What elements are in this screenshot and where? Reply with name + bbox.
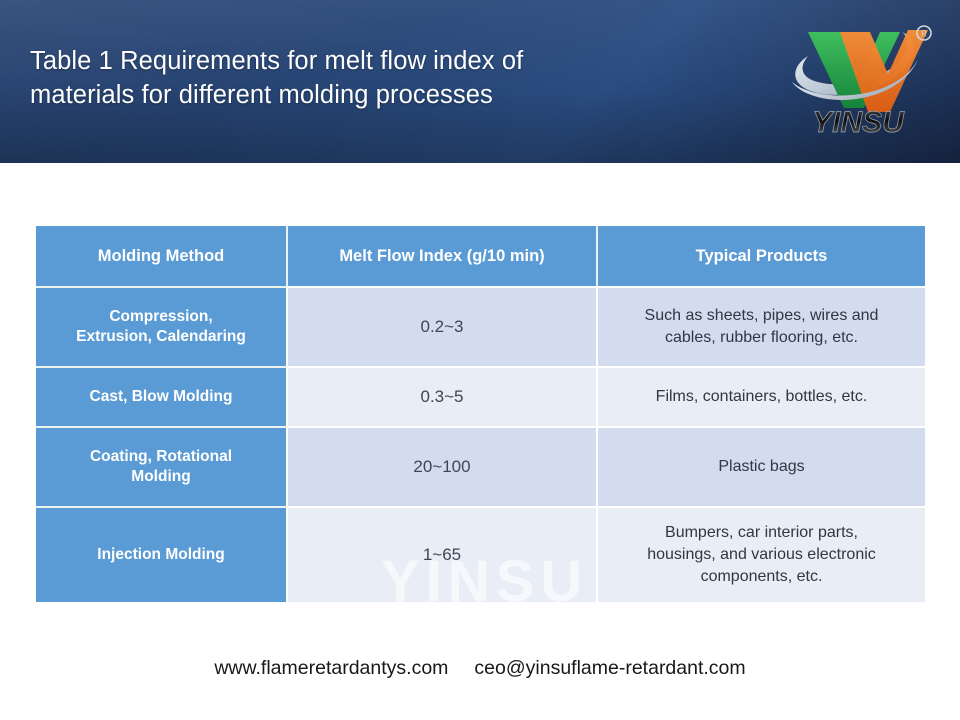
cell-method: Cast, Blow Molding xyxy=(36,366,288,426)
column-header-melt-flow-index: Melt Flow Index (g/10 min) xyxy=(288,226,598,286)
column-header-typical-products: Typical Products xyxy=(598,226,925,286)
melt-flow-index-table: Molding Method Melt Flow Index (g/10 min… xyxy=(36,226,925,602)
cell-products: Films, containers, bottles, etc. xyxy=(598,366,925,426)
cell-melt-flow-index: 0.3~5 xyxy=(288,366,598,426)
cell-products: Such as sheets, pipes, wires and cables,… xyxy=(598,286,925,366)
yinsu-logo: R YINSU xyxy=(778,16,938,140)
table-header-row: Molding Method Melt Flow Index (g/10 min… xyxy=(36,226,925,286)
cell-method: Coating, Rotational Molding xyxy=(36,426,288,506)
table-row: Coating, Rotational Molding 20~100 Plast… xyxy=(36,426,925,506)
cell-melt-flow-index: 1~65 xyxy=(288,506,598,602)
table-header: Molding Method Melt Flow Index (g/10 min… xyxy=(36,226,925,286)
cell-melt-flow-index: 0.2~3 xyxy=(288,286,598,366)
table-row: Cast, Blow Molding 0.3~5 Films, containe… xyxy=(36,366,925,426)
cell-method: Compression, Extrusion, Calendaring xyxy=(36,286,288,366)
footer-email[interactable]: ceo@yinsuflame-retardant.com xyxy=(474,657,745,679)
cell-products: Bumpers, car interior parts, housings, a… xyxy=(598,506,925,602)
header-banner: Table 1 Requirements for melt flow index… xyxy=(0,0,960,163)
table-body: Compression, Extrusion, Calendaring 0.2~… xyxy=(36,286,925,602)
svg-text:R: R xyxy=(921,30,927,39)
table-row: Injection Molding 1~65 Bumpers, car inte… xyxy=(36,506,925,602)
column-header-molding-method: Molding Method xyxy=(36,226,288,286)
table-row: Compression, Extrusion, Calendaring 0.2~… xyxy=(36,286,925,366)
footer-website[interactable]: www.flameretardantys.com xyxy=(214,657,448,679)
cell-melt-flow-index: 20~100 xyxy=(288,426,598,506)
footer-contact: www.flameretardantys.com ceo@yinsuflame-r… xyxy=(0,657,960,680)
cell-products: Plastic bags xyxy=(598,426,925,506)
logo-wordmark: YINSU xyxy=(812,106,905,139)
page-title: Table 1 Requirements for melt flow index… xyxy=(30,47,524,109)
slide-canvas: Table 1 Requirements for melt flow index… xyxy=(0,0,960,720)
mfi-table-container: Molding Method Melt Flow Index (g/10 min… xyxy=(36,226,925,614)
cell-method: Injection Molding xyxy=(36,506,288,602)
